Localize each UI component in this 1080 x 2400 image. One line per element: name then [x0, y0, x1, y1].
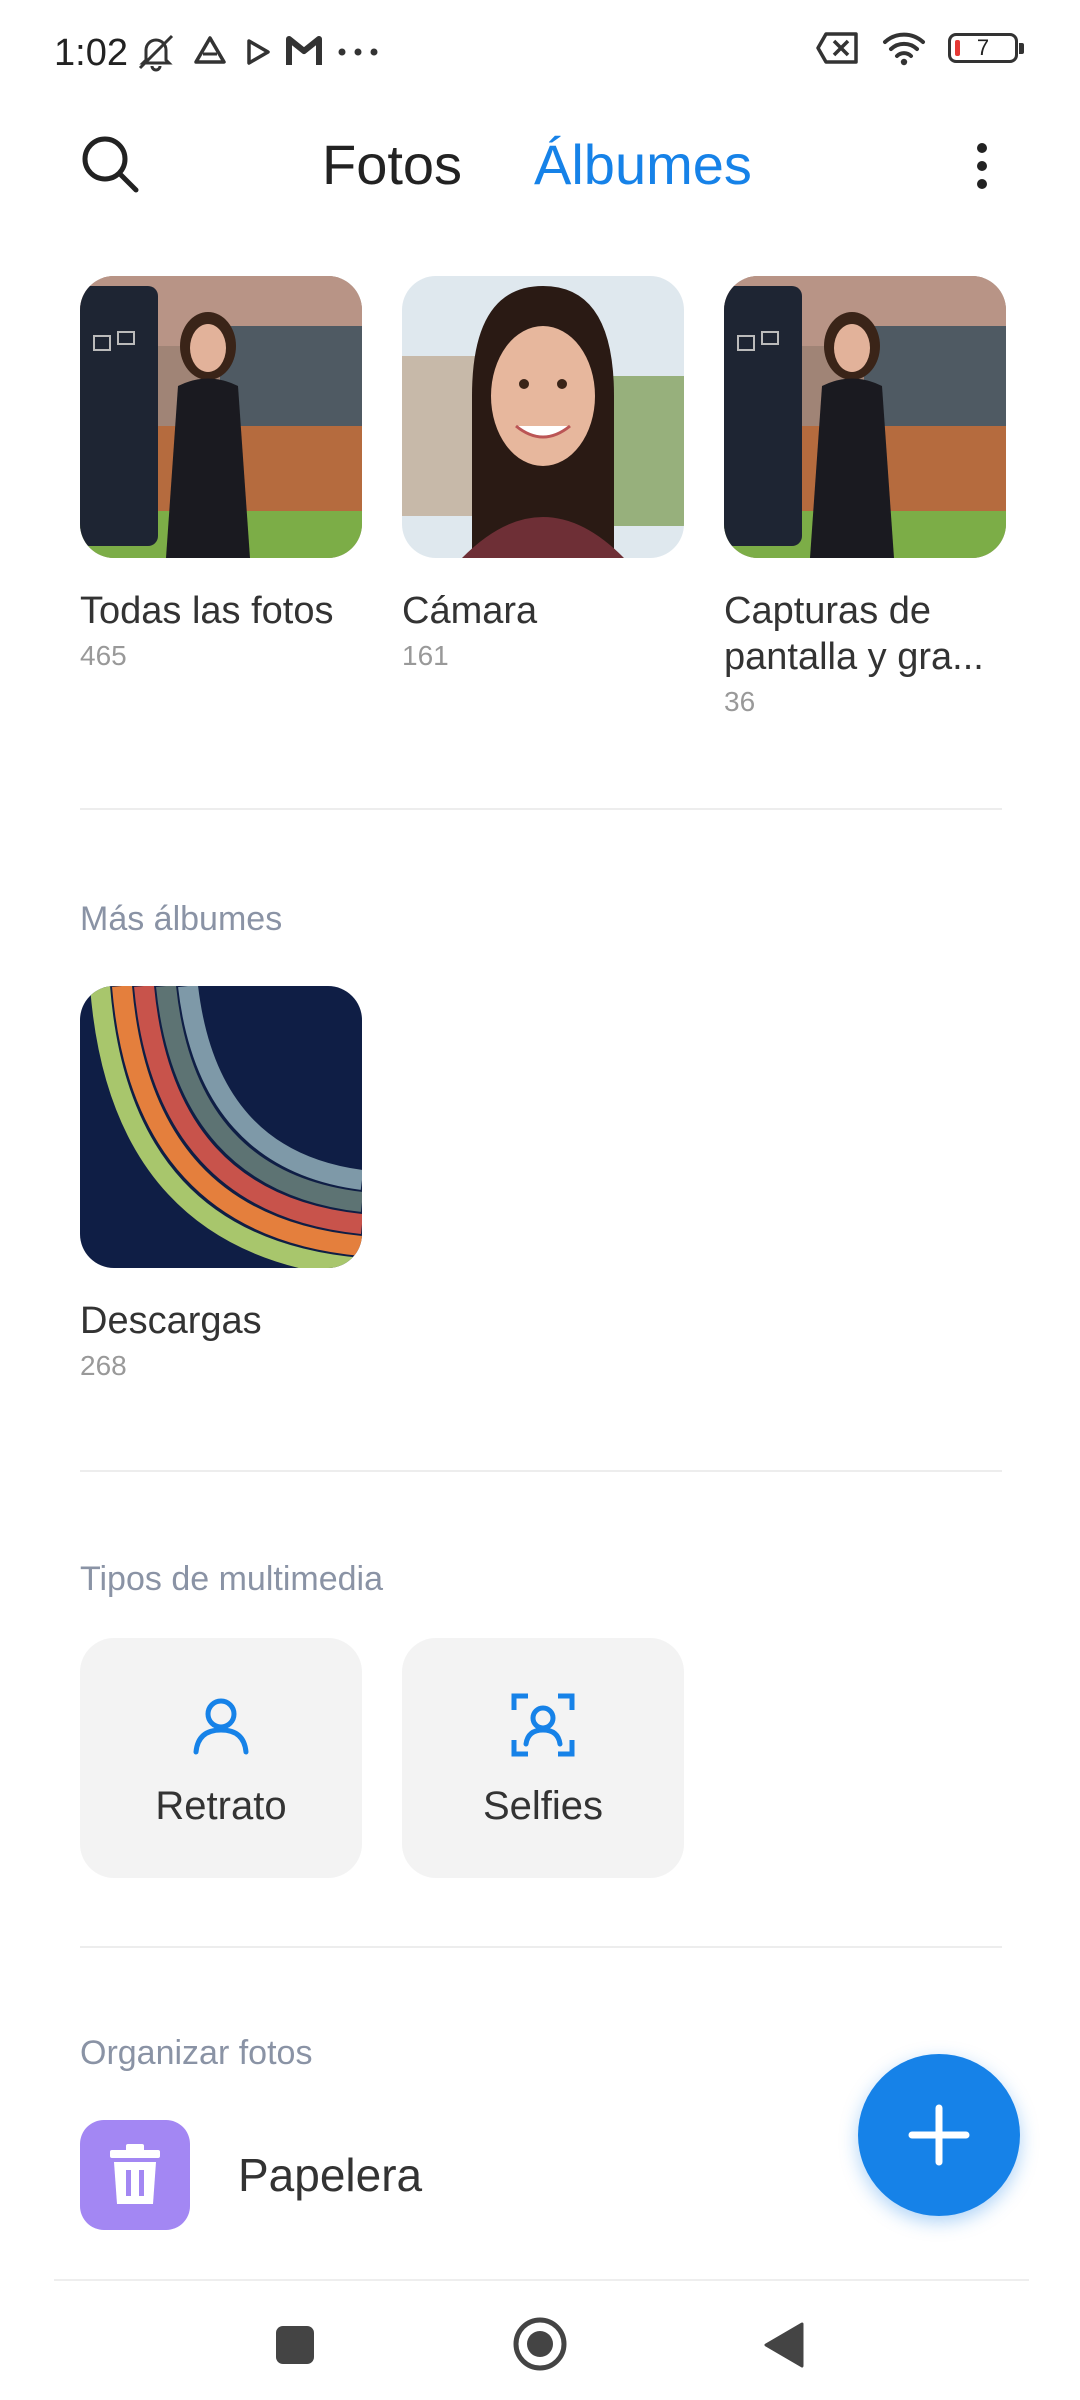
add-album-button[interactable] [858, 2054, 1020, 2216]
organize-item-papelera[interactable]: Papelera [80, 2120, 680, 2230]
section-title-more-albums: Más álbumes [80, 900, 283, 938]
mute-bell-icon [138, 34, 174, 72]
album-name: Cámara [402, 590, 538, 632]
album-name: Capturas de pantalla y gra... [724, 590, 984, 678]
album-count: 36 [724, 686, 756, 717]
media-type-label: Selfies [482, 1784, 604, 1828]
back-icon[interactable] [762, 2320, 806, 2370]
status-time: 1:02 [54, 32, 128, 74]
plus-icon [908, 2104, 970, 2166]
tab-fotos[interactable]: Fotos [322, 130, 462, 200]
home-icon[interactable] [512, 2316, 568, 2372]
album-camara[interactable]: Cámara 161 [402, 276, 684, 672]
recents-icon[interactable] [274, 2324, 316, 2366]
play-icon [247, 39, 270, 65]
album-count: 161 [402, 640, 449, 671]
header: Fotos Álbumes [0, 110, 1080, 220]
section-divider [80, 1470, 1002, 1472]
album-descargas[interactable]: Descargas 268 [80, 986, 362, 1382]
media-type-selfies[interactable]: Selfies [402, 1638, 684, 1878]
status-right-icons: 7 [816, 30, 1024, 66]
selfie-icon [511, 1693, 575, 1757]
section-divider [80, 1946, 1002, 1948]
album-thumbnail [80, 986, 362, 1268]
battery-level: 7 [976, 35, 990, 60]
album-thumbnail [724, 276, 1006, 558]
m-icon [286, 36, 322, 65]
navbar-divider [54, 2279, 1029, 2281]
search-icon[interactable] [78, 132, 142, 196]
album-todas-las-fotos[interactable]: Todas las fotos 465 [80, 276, 362, 672]
more-dots-icon [338, 48, 378, 56]
no-sim-icon [816, 32, 858, 64]
system-navigation-bar [0, 2282, 1080, 2400]
section-title-media-types: Tipos de multimedia [80, 1560, 383, 1598]
more-options-icon[interactable] [960, 134, 1004, 198]
album-count: 465 [80, 640, 127, 671]
trash-icon [80, 2120, 190, 2230]
album-thumbnail [402, 276, 684, 558]
status-left-icons [134, 30, 380, 74]
tab-albumes[interactable]: Álbumes [534, 130, 752, 200]
wifi-icon [883, 32, 925, 66]
album-thumbnail [80, 276, 362, 558]
status-bar: 1:02 7 [0, 0, 1080, 110]
battery-icon: 7 [948, 33, 1024, 63]
album-capturas[interactable]: Capturas de pantalla y gra... 36 [724, 276, 1006, 718]
drive-icon [194, 36, 226, 64]
album-name: Descargas [80, 1300, 262, 1342]
organize-item-label: Papelera [238, 2149, 423, 2201]
media-type-label: Retrato [155, 1784, 287, 1828]
section-divider [80, 808, 1002, 810]
portrait-icon [193, 1698, 249, 1755]
album-count: 268 [80, 1350, 127, 1381]
album-name: Todas las fotos [80, 590, 334, 632]
section-title-organize: Organizar fotos [80, 2034, 313, 2072]
media-type-retrato[interactable]: Retrato [80, 1638, 362, 1878]
